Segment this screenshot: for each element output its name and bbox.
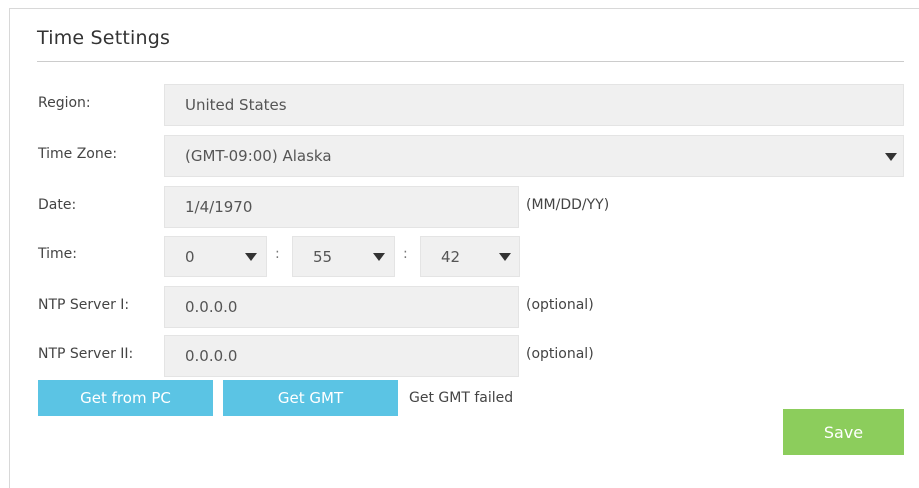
hour-value: 0 — [185, 247, 195, 266]
timezone-label: Time Zone: — [38, 146, 118, 162]
time-label: Time: — [38, 246, 77, 262]
page-title: Time Settings — [37, 27, 171, 49]
minute-select[interactable]: 55 — [292, 236, 395, 277]
chevron-down-icon — [885, 153, 897, 161]
second-select[interactable]: 42 — [420, 236, 520, 277]
hour-select[interactable]: 0 — [164, 236, 267, 277]
gmt-status-text: Get GMT failed — [409, 390, 514, 406]
time-separator: : — [275, 246, 280, 262]
region-label: Region: — [38, 95, 91, 111]
ntp1-label: NTP Server I: — [38, 297, 130, 313]
title-divider — [37, 61, 904, 62]
get-from-pc-button[interactable]: Get from PC — [38, 380, 213, 416]
ntp1-optional-hint: (optional) — [526, 297, 594, 313]
save-button[interactable]: Save — [783, 409, 904, 455]
ntp1-input[interactable]: 0.0.0.0 — [164, 286, 519, 328]
region-field: United States — [164, 84, 904, 126]
chevron-down-icon — [499, 253, 511, 261]
ntp2-optional-hint: (optional) — [526, 346, 594, 362]
date-format-hint: (MM/DD/YY) — [526, 197, 610, 213]
date-value: 1/4/1970 — [185, 198, 253, 216]
date-input[interactable]: 1/4/1970 — [164, 186, 519, 228]
timezone-value: (GMT-09:00) Alaska — [185, 147, 332, 165]
get-gmt-button[interactable]: Get GMT — [223, 380, 398, 416]
region-value: United States — [185, 96, 287, 114]
date-label: Date: — [38, 197, 77, 213]
minute-value: 55 — [313, 247, 333, 266]
time-separator: : — [403, 246, 408, 262]
timezone-select[interactable]: (GMT-09:00) Alaska — [164, 135, 904, 177]
ntp2-value: 0.0.0.0 — [185, 347, 238, 365]
second-value: 42 — [441, 247, 461, 266]
chevron-down-icon — [245, 253, 257, 261]
chevron-down-icon — [373, 253, 385, 261]
ntp2-input[interactable]: 0.0.0.0 — [164, 335, 519, 377]
ntp1-value: 0.0.0.0 — [185, 298, 238, 316]
ntp2-label: NTP Server II: — [38, 346, 134, 362]
